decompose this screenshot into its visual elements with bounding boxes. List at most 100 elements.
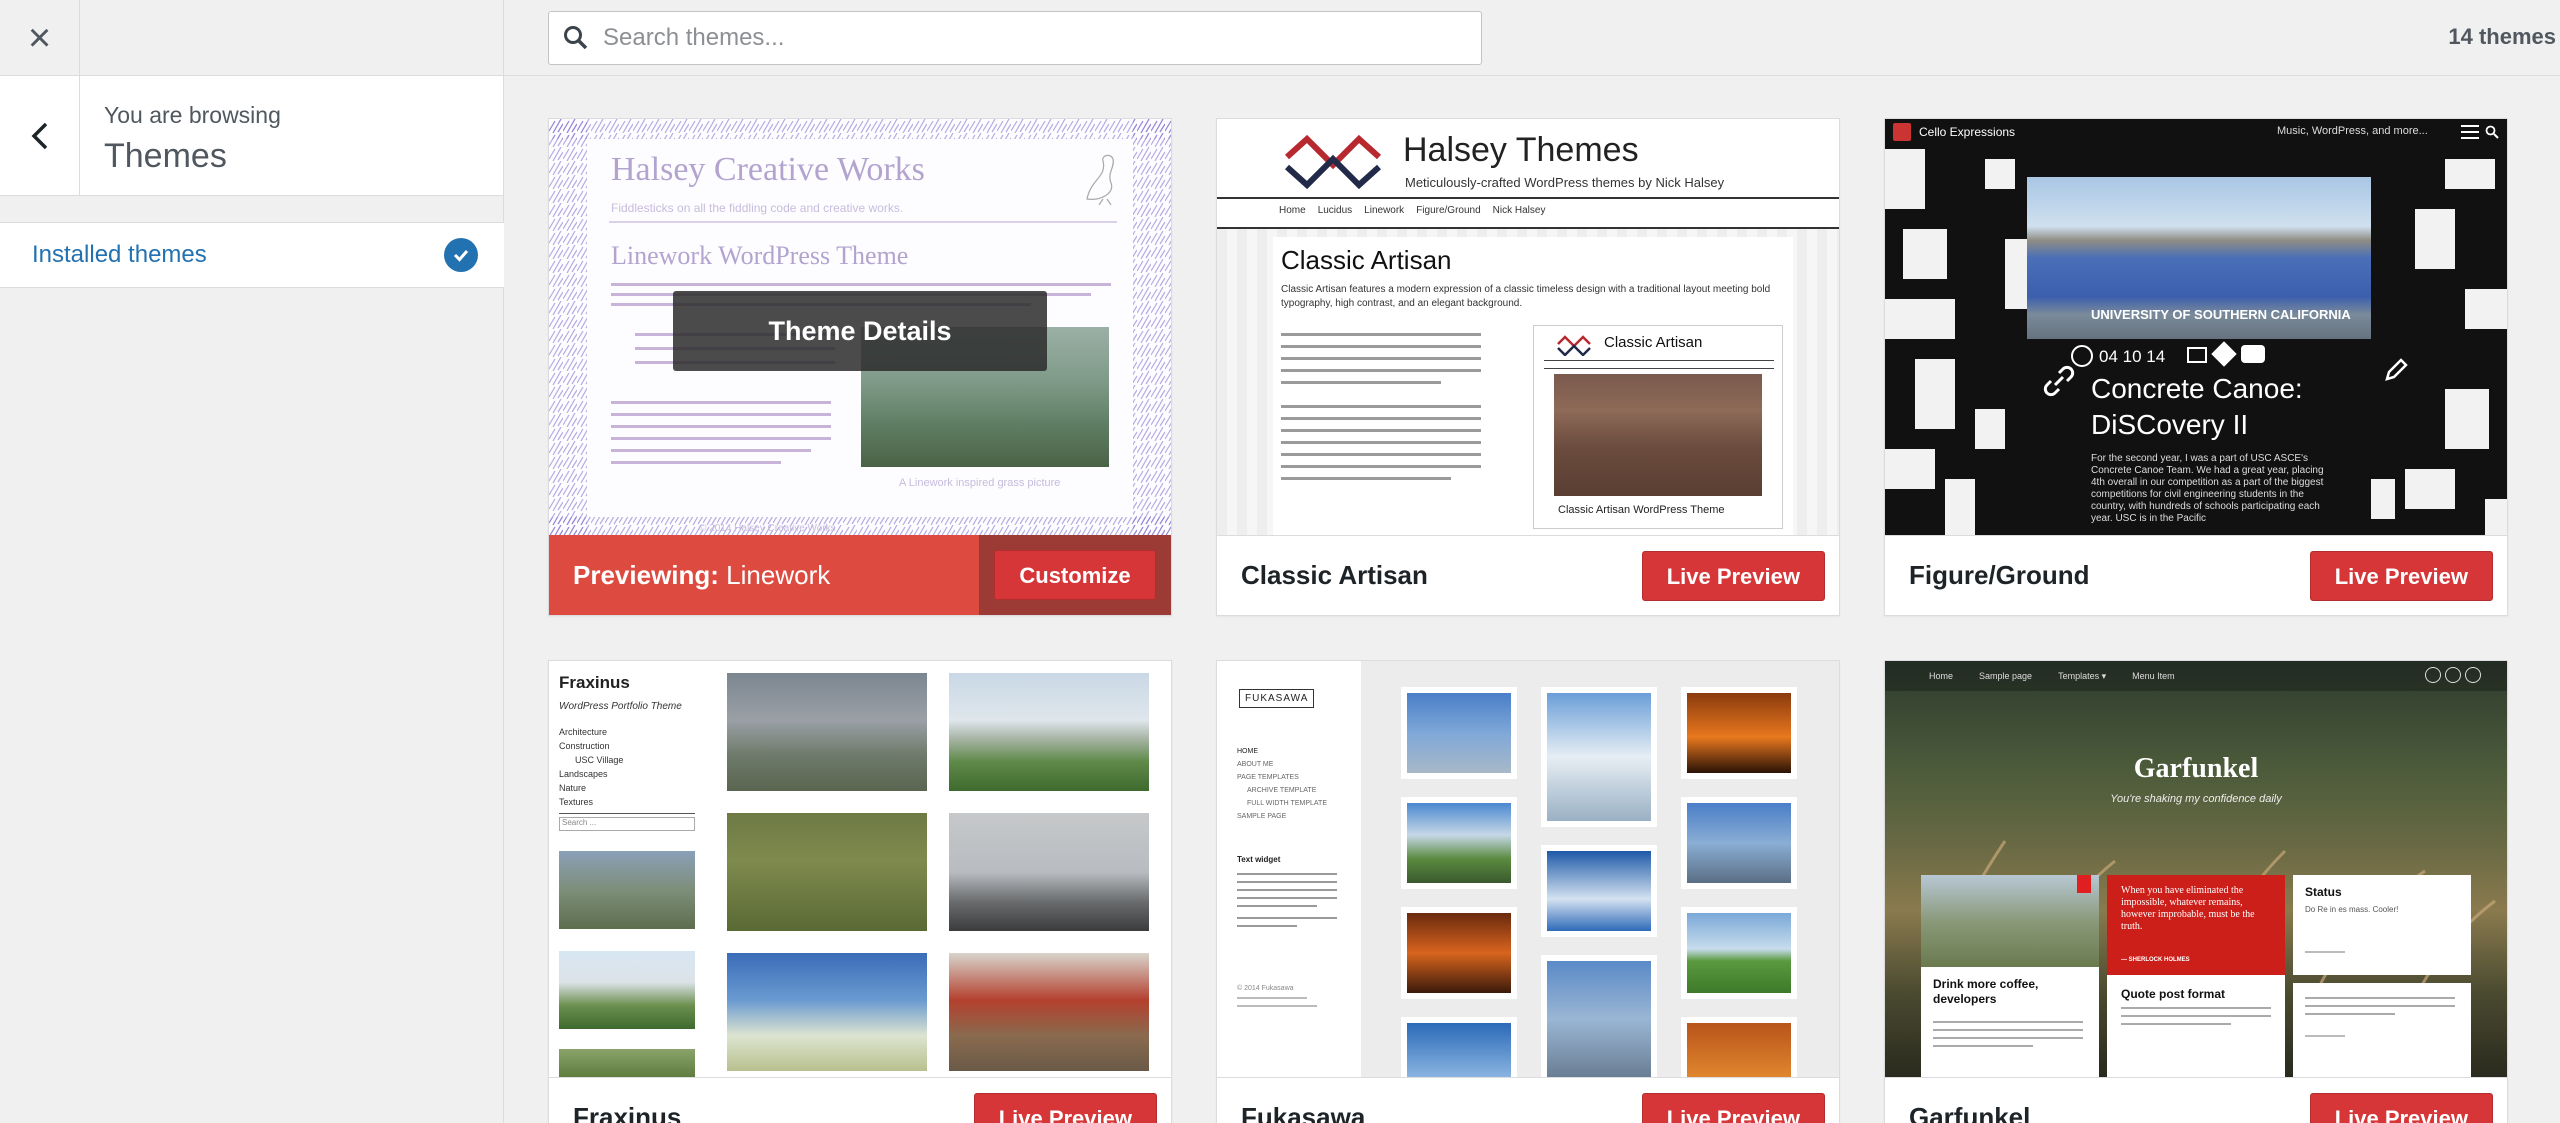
preview-content-area: Classic Artisan Classic Artisan features… — [1217, 229, 1839, 535]
installed-themes-label: Installed themes — [32, 241, 207, 268]
preview-post-title: Classic Artisan — [1281, 245, 1452, 275]
preview-tagline: WordPress Portfolio Theme — [559, 701, 682, 712]
search-icon — [2485, 125, 2499, 139]
close-icon: × — [27, 15, 52, 60]
live-preview-button-fraxinus[interactable]: Live Preview — [973, 1092, 1157, 1123]
browsing-title: Themes — [104, 137, 227, 175]
browsing-subtitle: You are browsing — [104, 102, 281, 128]
preview-tagline: Music, WordPress, and more... — [2277, 125, 2428, 137]
widget-title: Text widget — [1237, 855, 1281, 864]
theme-name-fraxinus: Fraxinus — [573, 1102, 682, 1123]
theme-name-classic-artisan: Classic Artisan — [1241, 560, 1428, 590]
live-preview-button-figure-ground[interactable]: Live Preview — [2309, 550, 2493, 601]
thumb-rocks-small — [559, 851, 695, 929]
tag-icon — [2211, 341, 2237, 367]
preview-logo: FUKASAWA — [1239, 689, 1315, 708]
folder-icon — [2187, 347, 2207, 363]
thumb-bridge — [949, 813, 1149, 931]
close-bar: × — [0, 0, 503, 76]
search-input[interactable] — [603, 24, 1463, 52]
tile-green-field — [1681, 907, 1797, 999]
quote-text: When you have eliminated the impossible,… — [2121, 885, 2255, 932]
customizer-sidebar: × You are browsing Themes Installed them… — [0, 0, 504, 1123]
theme-name-garfunkel: Garfunkel — [1909, 1102, 2031, 1123]
search-box — [548, 11, 1482, 65]
preview-tagline: Meticulously-crafted WordPress themes by… — [1405, 175, 1725, 190]
link-icon — [2043, 365, 2075, 397]
theme-card-classic-artisan[interactable]: Halsey Themes Meticulously-crafted WordP… — [1216, 118, 1840, 616]
thumb-excavator — [949, 953, 1149, 1071]
preview-site-title: Halsey Creative Works — [611, 151, 925, 188]
tile-skyscraper-1 — [1401, 687, 1517, 779]
theme-card-garfunkel[interactable]: Home Sample page Templates ▾ Menu Item Garf… — [1884, 660, 2508, 1123]
thumb-flower — [727, 813, 927, 931]
preview-intro: Classic Artisan features a modern expres… — [1281, 284, 1771, 309]
inner-caption: Classic Artisan WordPress Theme — [1558, 504, 1725, 516]
theme-card-linework[interactable]: Halsey Creative Works Fiddlesticks on al… — [548, 118, 1172, 616]
theme-screenshot-fraxinus: Fraxinus WordPress Portfolio Theme Archi… — [549, 661, 1171, 1077]
theme-screenshot-linework: Halsey Creative Works Fiddlesticks on al… — [549, 119, 1171, 535]
theme-footer-classic-artisan: Classic Artisan Live Preview — [1217, 535, 1839, 615]
site-logo-icon — [1893, 123, 1911, 141]
card3-text: Do Re in es mass. Cooler! — [2305, 905, 2399, 914]
post-card-coffee: Drink more coffee, developers — [1921, 875, 2099, 1077]
theme-name-linework: Linework — [726, 559, 831, 590]
checkmark-icon — [444, 238, 478, 272]
live-preview-button-garfunkel[interactable]: Live Preview — [2309, 1092, 2493, 1123]
close-button[interactable]: × — [0, 0, 80, 76]
card1-title: Drink more coffee, developers — [1933, 977, 2039, 1006]
preview-site-title: Halsey Themes — [1403, 131, 1639, 169]
card2-title: Quote post format — [2121, 987, 2225, 1001]
halsey-logo-icon — [1284, 134, 1382, 189]
inner-title: Classic Artisan — [1604, 334, 1703, 351]
theme-screenshot-figure-ground: Cello Expressions Music, WordPress, and … — [1885, 119, 2507, 535]
back-button[interactable] — [0, 76, 80, 196]
quote-author: — SHERLOCK HOLMES — [2121, 957, 2190, 963]
theme-footer-fukasawa: Fukasawa Live Preview — [1217, 1077, 1839, 1123]
preview-nav: Home Lucidus Linework Figure/Ground Nick Hal… — [1279, 205, 1546, 216]
post-date: 04 10 14 — [2099, 347, 2166, 366]
tile-sunset-3 — [1681, 1017, 1797, 1077]
inner-building-photo — [1554, 374, 1762, 496]
tile-mountain-valley — [1401, 797, 1517, 889]
social-icon-facebook — [2445, 667, 2461, 683]
halsey-small-logo-icon — [1557, 335, 1591, 356]
thumb-building-small — [559, 951, 695, 1029]
preview-search-field: Search ... — [559, 817, 695, 831]
theme-name-figure-ground: Figure/Ground — [1909, 560, 2090, 590]
preview-site-title: Garfunkel — [2133, 753, 2259, 784]
chevron-left-icon — [31, 122, 47, 150]
canoe-banner-text: UNIVERSITY OF SOUTHERN CALIFORNIA — [2091, 307, 2351, 322]
preview-menu: HOME ABOUT ME PAGE TEMPLATES ARCHIVE TEM… — [1237, 748, 1327, 820]
theme-card-fukasawa[interactable]: FUKASAWA HOME ABOUT ME PAGE TEMPLATES AR… — [1216, 660, 1840, 1123]
live-preview-button-fukasawa[interactable]: Live Preview — [1641, 1092, 1825, 1123]
pencil-icon — [2385, 358, 2408, 381]
post-card-quote: When you have eliminated the impossible,… — [2107, 875, 2285, 1077]
theme-footer-figure-ground: Figure/Ground Live Preview — [1885, 535, 2507, 615]
bird-sketch-icon — [1086, 154, 1114, 205]
live-preview-button-classic-artisan[interactable]: Live Preview — [1641, 550, 1825, 601]
theme-footer-garfunkel: Garfunkel Live Preview — [1885, 1077, 2507, 1123]
theme-card-fraxinus[interactable]: Fraxinus WordPress Portfolio Theme Archi… — [548, 660, 1172, 1123]
card3-title: Status — [2305, 885, 2342, 899]
previewing-prefix: Previewing: — [573, 559, 719, 590]
browse-header: You are browsing Themes — [0, 76, 503, 196]
tile-skyscraper-3 — [1681, 797, 1797, 889]
post-title: Concrete Canoe: DiSCovery II — [2091, 373, 2303, 440]
theme-screenshot-garfunkel: Home Sample page Templates ▾ Menu Item Garf… — [1885, 661, 2507, 1077]
tile-snowy-peak — [1541, 687, 1657, 827]
preview-footer-text: © 2014 Halsey Creative Works — [699, 523, 836, 534]
theme-name-fukasawa: Fukasawa — [1241, 1102, 1366, 1123]
theme-details-button[interactable]: Theme Details — [673, 291, 1047, 371]
preview-inner-screenshot: Classic Artisan Classic Artisan WordPres… — [1533, 325, 1783, 529]
post-card-status: Status Do Re in es mass. Cooler! — [2293, 875, 2471, 975]
comment-icon — [2241, 345, 2265, 363]
theme-card-figure-ground[interactable]: Cello Expressions Music, WordPress, and … — [1884, 118, 2508, 616]
post-card-aside — [2293, 983, 2471, 1077]
theme-count: 14 themes — [2448, 24, 2556, 49]
customize-button[interactable]: Customize — [994, 550, 1156, 600]
search-icon — [564, 26, 588, 50]
tile-clouds-2 — [1401, 1017, 1517, 1077]
preview-nav: Home Sample page Templates ▾ Menu Item — [1929, 671, 2175, 681]
installed-themes-filter[interactable]: Installed themes — [0, 222, 504, 288]
